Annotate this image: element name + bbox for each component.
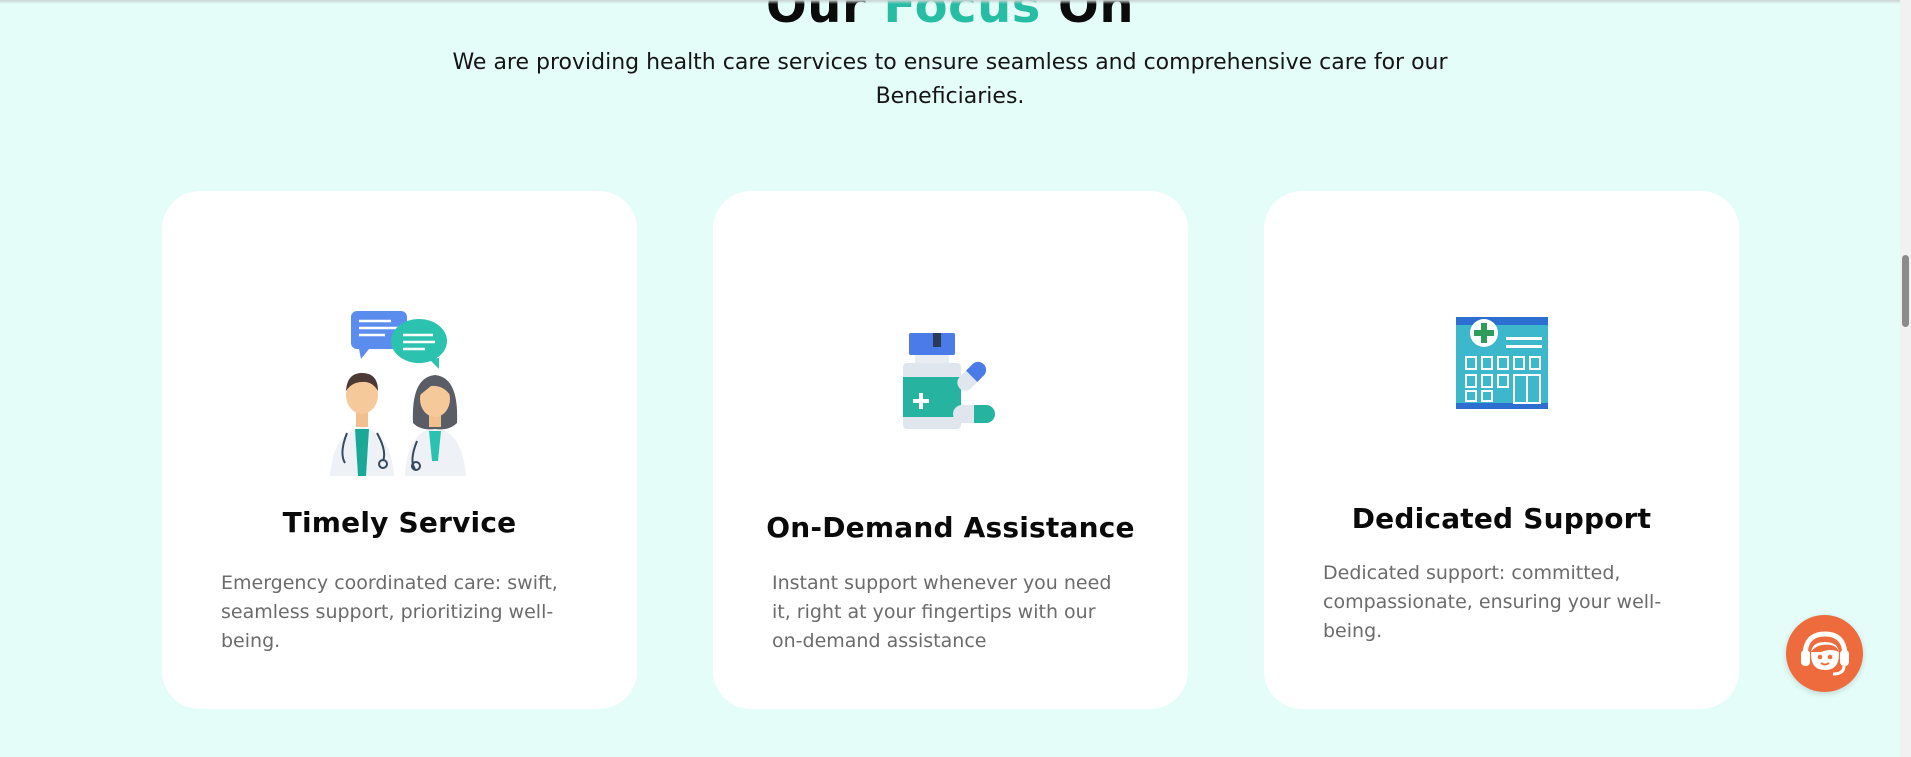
support-agent-icon xyxy=(1800,630,1849,675)
header-shadow xyxy=(0,0,1900,4)
service-card-timely: Timely Service Emergency coordinated car… xyxy=(162,191,637,709)
service-card-dedicated: Dedicated Support Dedicated support: com… xyxy=(1264,191,1739,709)
service-card-on-demand: On-Demand Assistance Instant support whe… xyxy=(713,191,1188,709)
card-title: Timely Service xyxy=(282,506,517,539)
hospital-building-icon xyxy=(1454,315,1550,415)
section-subtitle: We are providing health care services to… xyxy=(452,50,1448,109)
doctors-chat-icon xyxy=(325,311,475,480)
card-title: Dedicated Support xyxy=(1351,502,1652,535)
section-heading: Our Focus On xyxy=(0,0,1900,34)
scrollbar-thumb[interactable] xyxy=(1902,255,1909,327)
card-title: On-Demand Assistance xyxy=(766,511,1135,544)
heading-accent-text: Focus xyxy=(883,0,1041,34)
medicine-pills-icon xyxy=(901,331,1001,435)
chat-support-button[interactable] xyxy=(1786,615,1863,692)
heading-text-end: On xyxy=(1040,0,1135,34)
heading-text-start: Our xyxy=(765,0,884,34)
card-description: Dedicated support: committed, compassion… xyxy=(1323,562,1662,642)
card-description: Instant support whenever you need it, ri… xyxy=(772,572,1112,652)
page-scrollbar[interactable] xyxy=(1900,0,1911,757)
card-description: Emergency coordinated care: swift, seaml… xyxy=(221,572,558,652)
